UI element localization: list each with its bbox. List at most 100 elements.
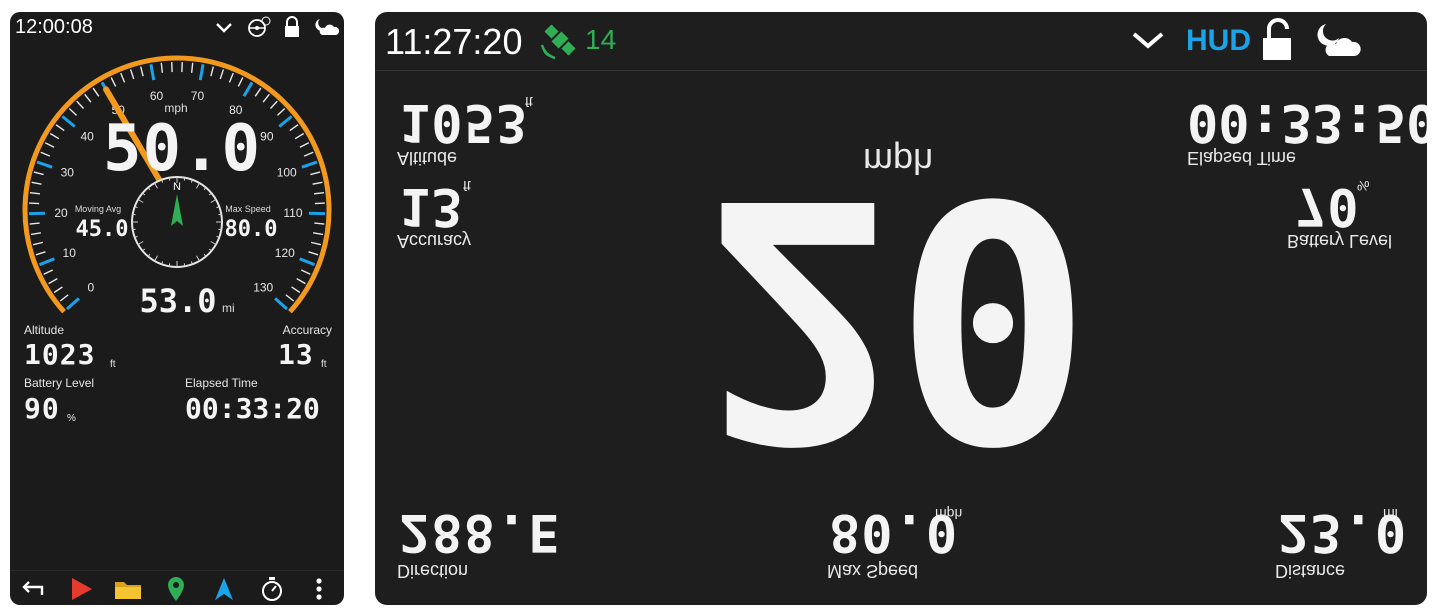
compass-tick <box>132 213 136 216</box>
play-icon[interactable] <box>67 577 95 601</box>
steering-wheel-icon[interactable] <box>246 16 272 38</box>
hud-battery-label: Battery Level <box>1287 231 1393 251</box>
hud-toggle[interactable]: HUD <box>1186 24 1251 58</box>
unlock-icon[interactable] <box>1259 18 1295 62</box>
gauge-tick <box>160 62 164 73</box>
folder-icon[interactable] <box>114 577 142 601</box>
gauge-tick <box>314 222 325 225</box>
gauge-tick <box>61 115 76 128</box>
chevron-down-icon[interactable] <box>214 16 234 38</box>
gauge-tick <box>38 257 55 267</box>
battery-unit: % <box>67 413 76 424</box>
map-pin-icon[interactable] <box>162 577 190 601</box>
hud-max-speed-unit: mph <box>935 506 963 522</box>
gauge-tick <box>289 124 299 132</box>
gauge-tick <box>43 269 54 275</box>
gauge-tick-label: 60 <box>150 89 164 103</box>
gauge-tick <box>262 93 270 103</box>
max-speed-label: Max Speed <box>225 204 271 214</box>
gauge-tick <box>40 151 51 157</box>
speedometer-gauge: 0102030405060708090100110120130 mph 50.0… <box>22 55 332 320</box>
hud-current-speed: 20 <box>703 125 1085 509</box>
hud-battery-unit: % <box>1357 178 1370 194</box>
gauge-tick-label: 70 <box>191 89 205 103</box>
gauge-tick <box>312 232 324 236</box>
gauge-tick <box>299 142 310 148</box>
hud-direction-label: Direction <box>397 561 469 581</box>
elapsed-label: Elapsed Time <box>185 376 258 390</box>
altitude-unit: ft <box>110 359 116 370</box>
back-icon[interactable] <box>20 577 48 601</box>
gauge-tick <box>66 297 80 311</box>
night-weather-icon[interactable] <box>312 16 340 38</box>
gauge-tick <box>198 64 205 81</box>
gauge-tick <box>139 66 144 77</box>
gauge-tick <box>310 171 321 176</box>
satellite-count: 14 <box>585 24 617 55</box>
hud-direction-value: 288.E <box>399 502 561 562</box>
gauge-tick <box>30 232 42 236</box>
gauge-tick <box>299 257 316 267</box>
gauge-tick <box>29 191 41 195</box>
gauge-tick <box>300 269 311 275</box>
compass-tick <box>132 228 136 231</box>
satellite-icon <box>540 24 576 60</box>
gauge-tick <box>278 115 293 128</box>
compass-tick <box>218 213 222 216</box>
gauge-tick <box>44 142 55 148</box>
navigation-arrow-icon[interactable] <box>210 577 238 601</box>
altitude-label: Altitude <box>24 323 65 337</box>
gauge-tick <box>294 132 305 140</box>
compass-tick <box>218 228 222 231</box>
hud-distance-label: Distance <box>1275 561 1346 581</box>
accuracy-label: Accuracy <box>282 323 332 337</box>
gauge-tick <box>110 77 117 87</box>
gauge-tick-label: 20 <box>54 206 68 220</box>
chevron-down-icon[interactable] <box>1130 26 1166 54</box>
gauge-tick <box>285 294 295 302</box>
gauge-tick <box>210 66 215 77</box>
gauge-tick <box>291 286 301 294</box>
phone-screen: 12:00:08 0102030405060708090100110120130… <box>10 12 344 605</box>
hud-altitude-value: 1053 <box>399 92 529 152</box>
more-vert-icon[interactable] <box>305 577 333 601</box>
gauge-tick <box>242 81 254 97</box>
gauge-tick <box>36 160 53 169</box>
distance-unit: mi <box>222 301 235 315</box>
gauge-tick <box>276 108 286 116</box>
gauge-tick <box>296 278 306 285</box>
altitude-value: 1023 <box>24 338 96 371</box>
gauge-tick <box>310 241 322 246</box>
battery-value: 90 <box>24 392 60 425</box>
lock-icon[interactable] <box>282 16 302 38</box>
hud-distance-unit: mi <box>1383 506 1398 522</box>
gauge-tick <box>274 297 288 311</box>
stopwatch-icon[interactable] <box>258 577 286 601</box>
gauge-tick-label: 120 <box>275 246 295 260</box>
hud-elapsed-value: 00:33:50 <box>1187 92 1427 152</box>
night-weather-icon[interactable] <box>1312 20 1362 60</box>
gauge-tick <box>149 64 156 81</box>
current-speed: 50.0 <box>103 112 261 186</box>
gauge-tick-label: 40 <box>80 130 94 144</box>
gauge-tick-label: 90 <box>260 130 274 144</box>
distance-value: 53.0 <box>139 282 216 320</box>
gauge-tick-label: 10 <box>63 246 77 260</box>
gauge-tick <box>303 151 314 157</box>
battery-label: Battery Level <box>24 376 95 390</box>
compass-tick <box>168 263 171 267</box>
bottom-toolbar <box>10 570 344 605</box>
hud-altitude-label: Altitude <box>397 148 458 168</box>
gauge-tick <box>84 93 92 103</box>
hud-elapsed-label: Elapsed Time <box>1187 148 1297 168</box>
gauge-tick-label: 110 <box>283 206 302 220</box>
gauge-tick <box>301 160 318 169</box>
hud-accuracy-value: 13 <box>399 176 464 236</box>
gauge-tick <box>76 100 85 109</box>
elapsed-value: 00:33:20 <box>185 392 320 425</box>
gauge-tick <box>92 87 100 97</box>
gauge-tick <box>129 69 135 80</box>
gauge-tick <box>254 87 262 97</box>
hud-accuracy-label: Accuracy <box>397 231 472 251</box>
gauge-tick <box>312 181 323 185</box>
